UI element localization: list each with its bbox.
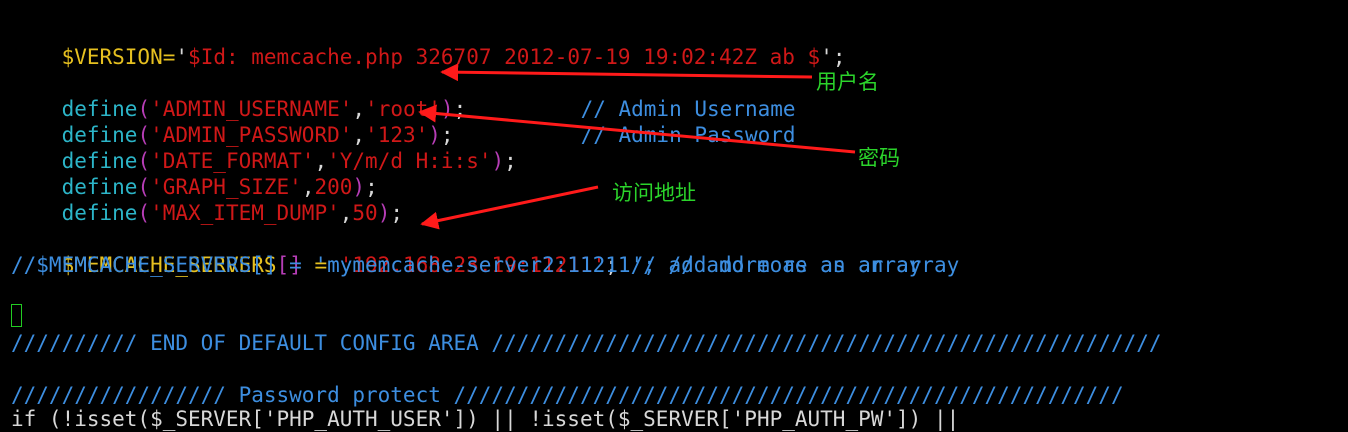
token-paren: ) xyxy=(377,201,391,225)
token-punct: ; xyxy=(832,45,846,69)
token-string: $Id: memcache.php 326707 2012-07-19 19:0… xyxy=(188,45,821,69)
token-punct: , xyxy=(339,201,353,225)
token-string: 'MAX_ITEM_DUMP' xyxy=(150,201,340,225)
code-line-end-config: ////////// END OF DEFAULT CONFIG AREA //… xyxy=(11,331,1162,355)
token-punct: ; xyxy=(504,149,517,173)
code-editor[interactable]: $VERSION='$Id: memcache.php 326707 2012-… xyxy=(0,0,1348,431)
code-line-admin-password: define('ADMIN_PASSWORD','123'); xyxy=(11,96,454,147)
code-line-memcache-servers: $MEMCACHE_SERVERS[] = '192.168.23.19:112… xyxy=(11,226,922,277)
comment-admin-username: // Admin Username xyxy=(530,70,796,121)
annotation-address: 访问地址 xyxy=(612,181,696,205)
annotation-password: 密码 xyxy=(858,146,900,170)
token-variable: $VERSION xyxy=(61,45,163,69)
code-line-password-protect: ///////////////// Password protect /////… xyxy=(11,383,1124,407)
text-cursor xyxy=(11,304,22,327)
code-line-admin-username: define('ADMIN_USERNAME','root'); xyxy=(11,70,467,121)
comment-admin-password: // Admin Password xyxy=(530,96,796,147)
token-operator: = xyxy=(162,45,176,69)
code-line-date-format: define('DATE_FORMAT','Y/m/d H:i:s'); xyxy=(11,122,517,173)
token-function: define xyxy=(61,201,138,225)
token-comment: // Admin Password xyxy=(580,123,796,147)
token-punct: ; xyxy=(453,97,467,121)
token-paren: ( xyxy=(137,201,151,225)
code-line-partial: if (!isset($_SERVER['PHP_AUTH_USER']) ||… xyxy=(11,407,960,431)
code-line-version: $VERSION='$Id: memcache.php 326707 2012-… xyxy=(11,18,846,69)
code-line-servers-comment: //$MEMCACHE_SERVERS[] = 'mymemcache-serv… xyxy=(11,253,960,277)
token-punct: ; xyxy=(390,201,404,225)
token-quote: ' xyxy=(175,45,189,69)
token-paren: ) xyxy=(491,149,505,173)
token-number: 50 xyxy=(352,201,378,225)
token-quote: ' xyxy=(820,45,833,69)
code-line-max-item-dump: define('MAX_ITEM_DUMP',50); xyxy=(11,174,403,225)
code-line-graph-size: define('GRAPH_SIZE',200); xyxy=(11,148,378,199)
annotation-username: 用户名 xyxy=(816,70,879,94)
